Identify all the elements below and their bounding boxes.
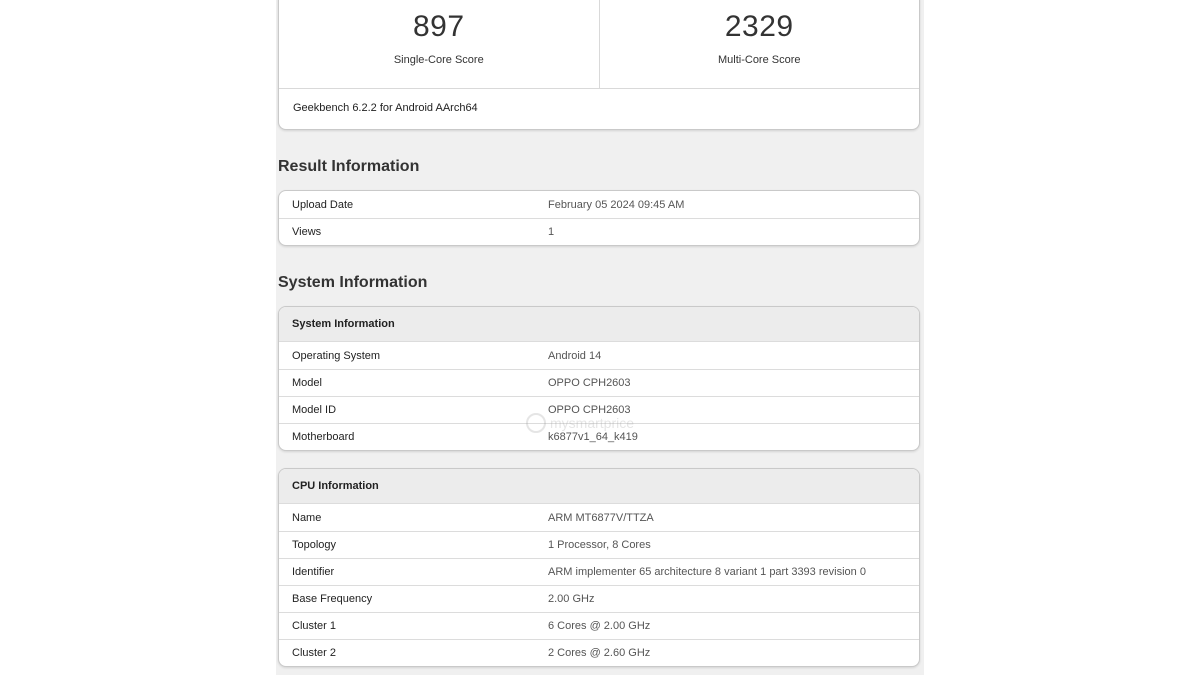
row-key: Base Frequency: [292, 593, 373, 605]
multi-core-label: Multi-Core Score: [717, 54, 801, 66]
table-row: Identifier ARM implementer 65 architectu…: [279, 558, 919, 585]
row-key: Operating System: [292, 349, 381, 362]
row-value: k6877v1_64_k419: [548, 431, 638, 443]
row-key: Topology: [292, 539, 337, 551]
row-value: 1: [548, 226, 555, 238]
table-row: Model OPPO CPH2603: [279, 369, 919, 396]
row-value: 6 Cores @ 2.00 GHz: [548, 620, 651, 632]
table-row: Cluster 2 2 Cores @ 2.60 GHz: [279, 639, 919, 666]
result-information-heading: Result Information: [278, 158, 420, 175]
row-value: ARM MT6877V/TTZA: [548, 511, 654, 524]
row-key: Model: [292, 377, 322, 389]
row-key: Cluster 2: [292, 647, 337, 659]
row-key: Model ID: [292, 404, 337, 416]
cpu-card-title: CPU Information: [279, 469, 919, 504]
row-value: Android 14: [548, 349, 602, 362]
row-value: February 05 2024 09:45 AM: [548, 198, 685, 211]
row-value: ARM implementer 65 architecture 8 varian…: [548, 566, 866, 578]
score-card: 897 Single-Core Score 2329 Multi-Core Sc…: [278, 0, 920, 130]
result-information-card: Upload Date February 05 2024 09:45 AM Vi…: [278, 190, 920, 246]
system-card-title: System Information: [279, 307, 919, 342]
table-row: Views 1: [279, 218, 919, 245]
row-key: Upload Date: [292, 198, 354, 211]
multi-core-score: 2329 Multi-Core Score: [598, 0, 920, 88]
row-key: Views: [292, 226, 322, 238]
row-value: 2 Cores @ 2.60 GHz: [548, 647, 651, 659]
system-information-heading: System Information: [278, 274, 428, 291]
table-row: Operating System Android 14: [279, 342, 919, 369]
row-value: OPPO CPH2603: [548, 404, 631, 416]
row-key: Identifier: [292, 566, 335, 578]
single-core-value: 897: [412, 10, 465, 43]
single-core-label: Single-Core Score: [393, 54, 484, 66]
table-row: Base Frequency 2.00 GHz: [279, 585, 919, 612]
benchmark-version: Geekbench 6.2.2 for Android AArch64: [293, 102, 478, 114]
row-value: OPPO CPH2603: [548, 377, 631, 389]
multi-core-value: 2329: [724, 10, 794, 43]
row-value: 2.00 GHz: [548, 593, 595, 605]
row-key: Cluster 1: [292, 620, 337, 632]
row-value: 1 Processor, 8 Cores: [548, 539, 651, 551]
table-row: Cluster 1 6 Cores @ 2.00 GHz: [279, 612, 919, 639]
table-row: Upload Date February 05 2024 09:45 AM: [279, 191, 919, 218]
row-key: Name: [292, 511, 322, 524]
table-row: Name ARM MT6877V/TTZA: [279, 504, 919, 531]
table-row: Motherboard k6877v1_64_k419: [279, 423, 919, 450]
single-core-score: 897 Single-Core Score: [279, 0, 599, 88]
table-row: Model ID OPPO CPH2603: [279, 396, 919, 423]
system-information-card: System Information Operating System Andr…: [278, 306, 920, 451]
scores-row: 897 Single-Core Score 2329 Multi-Core Sc…: [279, 0, 919, 89]
row-key: Motherboard: [292, 431, 355, 443]
table-row: Topology 1 Processor, 8 Cores: [279, 531, 919, 558]
cpu-information-card: CPU Information Name ARM MT6877V/TTZA To…: [278, 468, 920, 667]
